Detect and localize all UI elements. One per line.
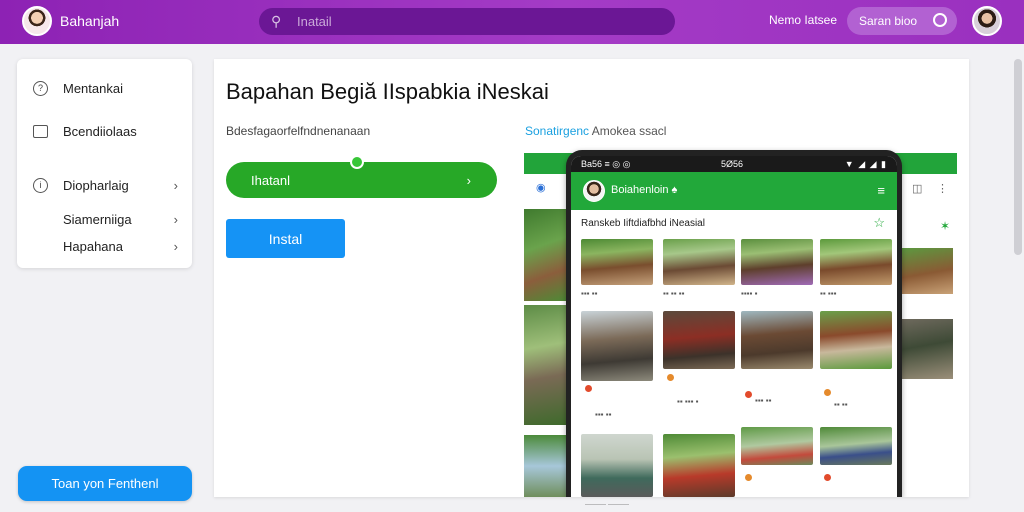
tile-meta: ▪▪▪▪ ▪ [741, 289, 758, 298]
photo-tile[interactable] [741, 311, 813, 369]
search-icon: ⚲ [271, 13, 282, 29]
badge-icon [745, 391, 752, 398]
badge-icon [585, 385, 592, 392]
search-bar[interactable]: ⚲ [259, 8, 675, 35]
help-circle-icon: ? [33, 80, 48, 96]
section-title: Ranskeb Iiftdiafbhd iNeasial [581, 218, 705, 229]
star-outline-icon[interactable]: ☆ [873, 215, 885, 231]
menu-icon[interactable]: ≡ [877, 183, 885, 198]
brand[interactable]: Bahanjah [22, 6, 119, 36]
photo-tile[interactable] [524, 435, 566, 497]
tile-meta: ▪▪ ▪▪ ▪▪ [663, 289, 685, 298]
photo-tile[interactable] [897, 248, 953, 294]
sidebar-item-label: Mentankai [63, 80, 123, 96]
chat-icon [933, 13, 947, 27]
brand-avatar [22, 6, 52, 36]
photo-tile[interactable] [663, 434, 735, 497]
user-avatar[interactable] [972, 6, 1002, 36]
brand-name: Bahanjah [60, 13, 120, 29]
photo-tile[interactable] [524, 305, 566, 425]
tile-meta: ▪▪▪ ▪▪ [581, 289, 598, 298]
pill-button[interactable]: Saran bioo [847, 7, 957, 35]
main-panel: Bapahan Begiă IIspabkia iNeskai Bdesfaga… [214, 59, 969, 497]
chevron-right-icon: › [173, 238, 178, 254]
sidebar-item-label: Bcendiiolaas [63, 123, 137, 139]
preview-caption-text: Amokea ssacl [591, 124, 667, 138]
photo-tile[interactable] [581, 311, 653, 381]
chevron-right-icon: › [173, 211, 178, 227]
badge-icon [824, 389, 831, 396]
photo-tile[interactable] [820, 311, 892, 369]
app-title: Boiahenloin ♠ [611, 184, 678, 196]
page-title: Bapahan Begiă IIspabkia iNeskai [226, 79, 549, 104]
preview-caption-highlight: Sonatirgenc [525, 124, 590, 138]
bottom-note: ——— ——— [585, 501, 629, 508]
status-left: Ba56 ≡ ◎ ◎ [581, 159, 631, 169]
green-bar-label: Ihatanl [251, 172, 291, 188]
status-bar: Ba56 ≡ ◎ ◎ 5Ø56 ▼ ◢ ◢ ▮ [571, 156, 897, 172]
sidebar-item-label: Diopharlaig [63, 177, 129, 193]
more-icon: ⋮ [937, 183, 948, 195]
green-progress-button[interactable]: Ihatanl › [226, 155, 497, 198]
photo-tile[interactable] [897, 319, 953, 379]
sidebar-item-4[interactable]: Siamerniiga › [17, 208, 192, 230]
page-subtitle: Bdesfagaorfelfndnenanaan [226, 124, 371, 138]
tile-meta: ▪▪▪ ▪▪ [755, 396, 772, 405]
badge-icon [824, 474, 831, 481]
top-bar: Bahanjah ⚲ Nemo Iatsee Saran bioo [0, 0, 1024, 44]
info-circle-icon: i [33, 177, 48, 193]
list-icon [33, 124, 48, 138]
photo-tile[interactable] [820, 427, 892, 465]
tile-meta: ▪▪ ▪▪ [834, 400, 848, 409]
tile-meta: ▪▪▪ ▪▪ [595, 410, 612, 419]
photo-tile[interactable] [820, 239, 892, 285]
pill-label: Saran bioo [859, 14, 918, 28]
install-button[interactable]: Instal [226, 219, 345, 258]
chevron-right-icon: › [173, 177, 178, 193]
photo-tile[interactable] [663, 239, 735, 285]
status-time: 5Ø56 [721, 159, 744, 169]
badge-icon [745, 474, 752, 481]
cta-button[interactable]: Toan yon Fenthenl [18, 466, 192, 501]
sidebar-item-1[interactable]: ? Mentankai [17, 77, 192, 99]
sidebar-item-label: Siamerniiga [63, 211, 132, 227]
top-link[interactable]: Nemo Iatsee [769, 13, 837, 27]
sidebar-item-2[interactable]: Bcendiiolaas [17, 120, 192, 142]
photo-tile[interactable] [524, 209, 566, 301]
photo-tile[interactable] [581, 434, 653, 497]
phone-screen: Ba56 ≡ ◎ ◎ 5Ø56 ▼ ◢ ◢ ▮ Boiahenloin ♠ ≡ … [571, 156, 897, 497]
globe-icon: ◉ [536, 182, 546, 194]
copy-icon: ◫ [912, 183, 923, 195]
tile-meta: ▪▪ ▪▪▪ ▪ [677, 397, 699, 406]
phone-mockup: Ba56 ≡ ◎ ◎ 5Ø56 ▼ ◢ ◢ ▮ Boiahenloin ♠ ≡ … [566, 150, 902, 497]
chevron-right-icon: › [466, 172, 471, 188]
page-scrollbar[interactable] [1014, 59, 1022, 255]
search-input[interactable] [297, 14, 637, 29]
sidebar-item-3[interactable]: i Diopharlaig › [17, 174, 192, 196]
progress-dot-icon [350, 155, 364, 169]
star-icon: ✶ [940, 219, 951, 233]
status-icons: ▼ ◢ ◢ ▮ [844, 159, 887, 169]
app-avatar[interactable] [583, 180, 605, 202]
photo-meta [902, 395, 930, 407]
photo-tile[interactable] [741, 427, 813, 465]
tile-meta: ▪▪ ▪▪▪ [820, 289, 837, 298]
badge-icon [667, 374, 674, 381]
photo-tile[interactable] [663, 311, 735, 369]
sidebar-item-5[interactable]: Hapahana › [17, 235, 192, 257]
photo-tile[interactable] [581, 239, 653, 285]
preview-caption: Sonatirgenc Amokea ssacl [525, 124, 666, 138]
sidebar-item-label: Hapahana [63, 238, 123, 254]
photo-tile[interactable] [741, 239, 813, 285]
app-bar: Boiahenloin ♠ ≡ [571, 172, 897, 210]
side-menu: ? Mentankai Bcendiiolaas i Diopharlaig ›… [17, 59, 192, 268]
